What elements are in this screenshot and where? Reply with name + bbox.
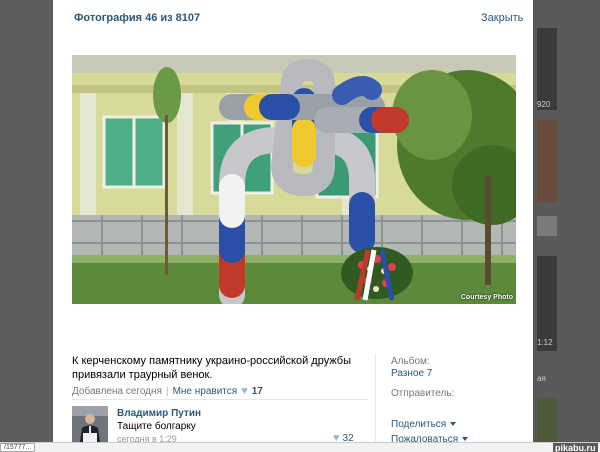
watermark: pikabu.ru: [553, 443, 598, 452]
album-label: Альбом:: [391, 356, 430, 367]
added-date: Добавлена сегодня: [72, 385, 162, 397]
sender-label: Отправитель:: [391, 388, 455, 399]
like-button[interactable]: Мне нравится: [173, 386, 238, 397]
avatar[interactable]: [72, 406, 108, 442]
chevron-down-icon: [462, 437, 469, 442]
separator: |: [165, 385, 169, 397]
monument-photo-image: [72, 55, 516, 304]
column-divider: [375, 354, 376, 452]
background-text: ая: [537, 374, 546, 383]
like-count[interactable]: 17: [252, 386, 263, 397]
photo-caption: К керченскому памятнику украино-российск…: [72, 355, 352, 381]
chevron-down-icon: [450, 422, 457, 427]
photo-credit: Courtesy Photo: [460, 294, 513, 301]
background-thumbnail: [537, 120, 557, 202]
overlay-left[interactable]: [0, 0, 53, 452]
background-thumbnail: [537, 216, 557, 236]
photo-viewer: Фотография 46 из 8107 Закрыть Courtesy P…: [53, 0, 533, 452]
background-thumbnail: [537, 256, 557, 351]
status-url: /15777...: [0, 443, 36, 452]
browser-status-bar: [0, 442, 600, 452]
photo-counter: Фотография 46 из 8107: [74, 12, 201, 24]
avatar-image: [72, 406, 108, 442]
close-link[interactable]: Закрыть: [481, 12, 523, 24]
background-thumbnail: [537, 398, 557, 442]
background-text: 920: [537, 100, 551, 109]
comment-text: Тащите болгарку: [117, 421, 196, 432]
photo[interactable]: Courtesy Photo: [72, 55, 516, 304]
share-label: Поделиться: [391, 419, 447, 430]
background-thumbnail: [537, 28, 557, 110]
album-link[interactable]: Разное 7: [391, 368, 432, 379]
comment-author-link[interactable]: Владимир Путин: [117, 408, 201, 419]
divider: [72, 399, 368, 400]
background-text: 1:12: [537, 338, 553, 347]
share-button[interactable]: Поделиться: [391, 419, 457, 430]
post-meta: Добавлена сегодня | Мне нравится ♥ 17: [72, 385, 263, 397]
heart-icon[interactable]: ♥: [241, 385, 248, 397]
